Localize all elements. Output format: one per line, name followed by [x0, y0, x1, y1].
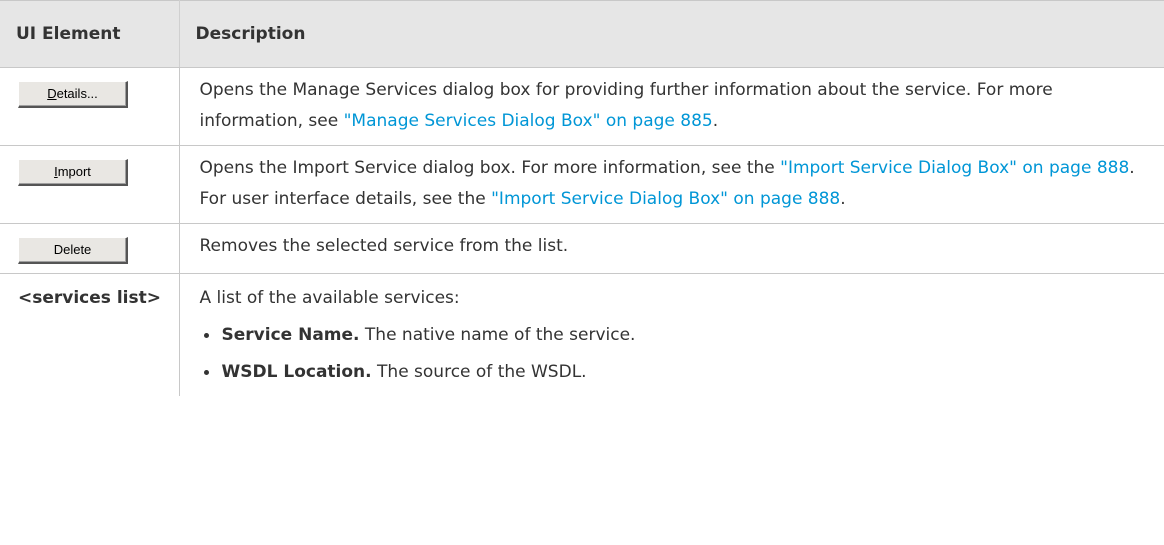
- header-ui-element: UI Element: [0, 0, 180, 68]
- details-button-accelerator: D: [47, 86, 57, 101]
- ui-element-cell: Import: [0, 145, 180, 224]
- list-item-term: WSDL Location.: [221, 362, 372, 382]
- description-cell: Removes the selected service from the li…: [179, 223, 1164, 274]
- ui-element-cell: Delete: [0, 223, 180, 274]
- description-text: Opens the Import Service dialog box. For…: [199, 158, 781, 178]
- description-text: .: [712, 111, 719, 131]
- list-item-text: The source of the WSDL.: [371, 362, 587, 382]
- services-field-list: Service Name. The native name of the ser…: [200, 320, 1149, 388]
- list-intro-text: A list of the available services:: [199, 288, 460, 308]
- list-item-text: The native name of the service.: [359, 325, 636, 345]
- ui-element-cell: Details...: [0, 67, 180, 146]
- description-text: Removes the selected service from the li…: [199, 236, 569, 256]
- description-cell: Opens the Import Service dialog box. For…: [179, 145, 1164, 224]
- table-row: <services list> A list of the available …: [0, 273, 1164, 397]
- description-cell: Opens the Manage Services dialog box for…: [179, 67, 1164, 146]
- import-button-label: mport: [57, 164, 91, 179]
- table-row: Delete Removes the selected service from…: [0, 223, 1164, 274]
- list-item: WSDL Location. The source of the WSDL.: [200, 357, 1149, 388]
- details-button[interactable]: Details...: [18, 81, 128, 108]
- header-description: Description: [179, 0, 1164, 68]
- delete-button[interactable]: Delete: [18, 237, 128, 264]
- list-item-term: Service Name.: [221, 325, 360, 345]
- list-item: Service Name. The native name of the ser…: [200, 320, 1149, 351]
- table-row: Import Opens the Import Service dialog b…: [0, 145, 1164, 224]
- manage-services-link[interactable]: "Manage Services Dialog Box" on page 885: [344, 111, 713, 131]
- bullet-icon: [203, 333, 209, 338]
- services-list-label: <services list>: [18, 288, 161, 308]
- description-text: .: [840, 189, 846, 209]
- ui-element-cell: <services list>: [0, 273, 180, 396]
- table-header-row: UI Element Description: [0, 0, 1164, 68]
- table-row: Details... Opens the Manage Services dia…: [0, 67, 1164, 146]
- import-button[interactable]: Import: [18, 159, 128, 186]
- bullet-icon: [203, 370, 209, 375]
- ui-elements-table: UI Element Description Details... Opens …: [0, 0, 1164, 396]
- import-service-link[interactable]: "Import Service Dialog Box" on page 888: [491, 189, 840, 209]
- details-button-label: etails...: [56, 86, 98, 101]
- import-service-link[interactable]: "Import Service Dialog Box" on page 888: [780, 158, 1129, 178]
- description-cell: A list of the available services: Servic…: [179, 274, 1164, 397]
